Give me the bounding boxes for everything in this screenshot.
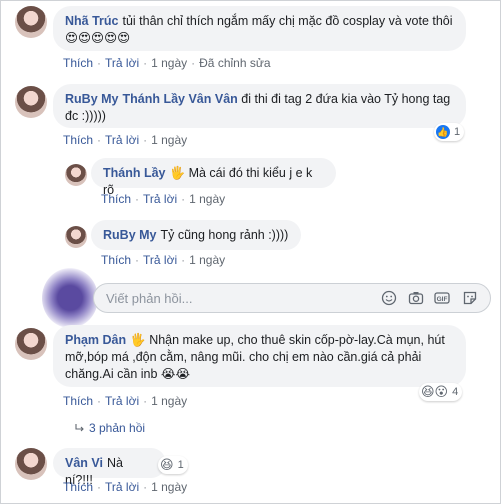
author-name[interactable]: Phạm Dân [65, 333, 126, 347]
reply-input[interactable] [104, 290, 368, 307]
reaction-summary[interactable]: 👍 1 [434, 123, 465, 141]
comment-bubble: Nhã Trúc tủi thân chỉ thích ngắm mấy chị … [53, 6, 466, 51]
avatar[interactable] [65, 226, 87, 248]
replies-count-label[interactable]: 3 phản hồi [89, 421, 145, 435]
comment-text: tủi thân chỉ thích ngắm mấy chị mặc đồ c… [122, 14, 453, 28]
comment-actions: Thích · Trả lời · 1 ngày [63, 133, 188, 147]
timestamp[interactable]: 1 ngày [151, 480, 187, 494]
reply-link[interactable]: Trả lời [105, 133, 139, 147]
author-name[interactable]: Nhã Trúc [65, 14, 119, 28]
tagged-user[interactable]: Thánh Lầy Vân Vân [122, 92, 237, 106]
timestamp[interactable]: 1 ngày [151, 133, 187, 147]
comment-actions: Thích · Trả lời · 1 ngày [63, 394, 188, 408]
like-link[interactable]: Thích [63, 133, 93, 147]
avatar[interactable] [65, 164, 87, 186]
svg-text:GIF: GIF [437, 296, 448, 303]
avatar[interactable] [15, 86, 47, 118]
comment-actions: Thích · Trả lời · 1 ngày [101, 192, 226, 206]
reply-bubble: RuBy My Tỷ cũng hong rảnh :)))) [91, 220, 301, 250]
comment-bubble: Phạm Dân 🖐 Nhận make up, cho thuê skin cố… [53, 325, 466, 387]
comment-actions: Thích · Trả lời · 1 ngày [63, 480, 188, 494]
avatar[interactable] [15, 328, 47, 360]
like-link[interactable]: Thích [63, 480, 93, 494]
author-name[interactable]: RuBy My [65, 92, 118, 106]
avatar[interactable] [15, 448, 47, 480]
reaction-count: 1 [177, 459, 184, 471]
timestamp[interactable]: 1 ngày [189, 253, 225, 267]
comment-bubble: Vân Vi Nà ní?!!! [53, 448, 166, 487]
like-link[interactable]: Thích [101, 192, 131, 206]
author-name[interactable]: Thánh Lầy [103, 166, 166, 180]
camera-icon[interactable] [408, 290, 424, 306]
emoji-text: 😭😭 [160, 367, 191, 381]
current-user-avatar [42, 268, 98, 328]
reply-arrow-icon [75, 424, 84, 432]
author-name[interactable]: Vân Vi [65, 456, 103, 470]
hand-emoji: 🖐 [130, 333, 146, 347]
reaction-count: 1 [454, 126, 461, 138]
reply-link[interactable]: Trả lời [105, 56, 139, 70]
reply-box[interactable]: GIF [93, 283, 491, 313]
comment-actions: Thích · Trả lời · 1 ngày · Đã chỉnh sửa [63, 56, 271, 70]
comment-text: Tỷ cũng hong rảnh :)))) [160, 228, 289, 242]
comment-actions: Thích · Trả lời · 1 ngày [101, 253, 226, 267]
reaction-count: 4 [452, 386, 459, 398]
author-name[interactable]: RuBy My [103, 228, 156, 242]
reaction-emoji: 😆😮 [421, 384, 449, 399]
hand-emoji: 🖐 [169, 166, 186, 180]
like-link[interactable]: Thích [101, 253, 131, 267]
like-link[interactable]: Thích [63, 394, 93, 408]
smiley-icon[interactable] [381, 290, 397, 306]
timestamp[interactable]: 1 ngày [151, 56, 187, 70]
reply-bubble: Thánh Lầy 🖐 Mà cái đó thi kiểu j e k rõ [91, 158, 336, 197]
reply-link[interactable]: Trả lời [105, 394, 139, 408]
avatar[interactable] [15, 6, 47, 38]
timestamp[interactable]: 1 ngày [151, 394, 187, 408]
sticker-icon[interactable] [462, 290, 478, 306]
reply-link[interactable]: Trả lời [143, 192, 177, 206]
like-link[interactable]: Thích [63, 56, 93, 70]
comment-bubble: RuBy My Thánh Lầy Vân Vân đi thi đi tag 2… [53, 84, 466, 128]
gif-icon[interactable]: GIF [434, 290, 450, 306]
emoji-text: 😍😍😍😍😍 [65, 31, 131, 45]
view-replies-link[interactable]: 3 phản hồi [75, 421, 145, 435]
reply-link[interactable]: Trả lời [143, 253, 177, 267]
reaction-summary[interactable]: 😆😮 4 [419, 383, 463, 401]
reaction-emoji: 😆 [160, 457, 174, 472]
reaction-summary[interactable]: 😆 1 [158, 456, 188, 474]
reply-link[interactable]: Trả lời [105, 480, 139, 494]
timestamp[interactable]: 1 ngày [189, 192, 225, 206]
like-icon: 👍 [436, 125, 450, 139]
edited-label: Đã chỉnh sửa [199, 56, 271, 70]
